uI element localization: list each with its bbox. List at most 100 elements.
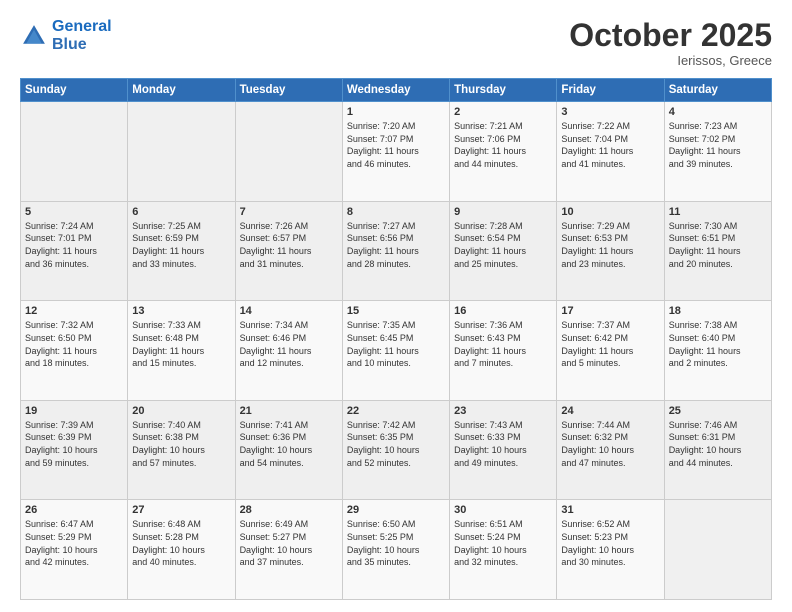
weekday-header-saturday: Saturday	[664, 79, 771, 102]
calendar-cell: 28Sunrise: 6:49 AM Sunset: 5:27 PM Dayli…	[235, 500, 342, 600]
day-info: Sunrise: 7:35 AM Sunset: 6:45 PM Dayligh…	[347, 319, 445, 369]
logo: General Blue	[20, 18, 112, 53]
day-number: 19	[25, 405, 123, 417]
calendar-cell: 4 Sunrise: 7:23 AM Sunset: 7:02 PM Daylig…	[664, 102, 771, 202]
day-info: Sunrise: 6:47 AM Sunset: 5:29 PM Dayligh…	[25, 518, 123, 568]
calendar-cell: 21 Sunrise: 7:41 AM Sunset: 6:36 PM Dayli…	[235, 400, 342, 500]
calendar-cell: 6 Sunrise: 7:25 AM Sunset: 6:59 PM Daylig…	[128, 201, 235, 301]
day-number: 18	[669, 305, 767, 317]
day-info: Sunrise: 7:39 AM Sunset: 6:39 PM Dayligh…	[25, 419, 123, 469]
day-info: Sunrise: 7:29 AM Sunset: 6:53 PM Dayligh…	[561, 220, 659, 270]
day-info: Sunrise: 7:23 AM Sunset: 7:02 PM Dayligh…	[669, 120, 767, 170]
day-number: 13	[132, 305, 230, 317]
day-number: 15	[347, 305, 445, 317]
calendar-cell: 23 Sunrise: 7:43 AM Sunset: 6:33 PM Dayli…	[450, 400, 557, 500]
day-info: Sunrise: 6:50 AM Sunset: 5:25 PM Dayligh…	[347, 518, 445, 568]
day-number: 3	[561, 106, 659, 118]
weekday-header-monday: Monday	[128, 79, 235, 102]
day-number: 30	[454, 504, 552, 516]
day-number: 17	[561, 305, 659, 317]
day-number: 26	[25, 504, 123, 516]
day-info: Sunrise: 7:30 AM Sunset: 6:51 PM Dayligh…	[669, 220, 767, 270]
calendar-week-row: 26 Sunrise: 6:47 AM Sunset: 5:29 PM Dayli…	[21, 500, 772, 600]
day-number: 11	[669, 206, 767, 218]
day-info: Sunrise: 7:41 AM Sunset: 6:36 PM Dayligh…	[240, 419, 338, 469]
day-info: Sunrise: 6:49 AM Sunset: 5:27 PM Dayligh…	[240, 518, 338, 568]
month-title: October 2025	[569, 18, 772, 53]
day-info: Sunrise: 7:33 AM Sunset: 6:48 PM Dayligh…	[132, 319, 230, 369]
day-number: 14	[240, 305, 338, 317]
weekday-header-friday: Friday	[557, 79, 664, 102]
day-info: Sunrise: 7:20 AM Sunset: 7:07 PM Dayligh…	[347, 120, 445, 170]
calendar-cell: 12 Sunrise: 7:32 AM Sunset: 6:50 PM Dayli…	[21, 301, 128, 401]
calendar-cell: 26 Sunrise: 6:47 AM Sunset: 5:29 PM Dayli…	[21, 500, 128, 600]
day-number: 2	[454, 106, 552, 118]
calendar-cell: 2 Sunrise: 7:21 AM Sunset: 7:06 PM Daylig…	[450, 102, 557, 202]
calendar-cell: 14Sunrise: 7:34 AM Sunset: 6:46 PM Dayli…	[235, 301, 342, 401]
day-number: 22	[347, 405, 445, 417]
calendar-cell: 7 Sunrise: 7:26 AM Sunset: 6:57 PM Daylig…	[235, 201, 342, 301]
calendar-cell: 19 Sunrise: 7:39 AM Sunset: 6:39 PM Dayli…	[21, 400, 128, 500]
calendar-week-row: 5Sunrise: 7:24 AM Sunset: 7:01 PM Daylig…	[21, 201, 772, 301]
calendar-cell: 29Sunrise: 6:50 AM Sunset: 5:25 PM Dayli…	[342, 500, 449, 600]
calendar-week-row: 1Sunrise: 7:20 AM Sunset: 7:07 PM Daylig…	[21, 102, 772, 202]
day-number: 21	[240, 405, 338, 417]
calendar-cell: 20 Sunrise: 7:40 AM Sunset: 6:38 PM Dayli…	[128, 400, 235, 500]
day-number: 10	[561, 206, 659, 218]
day-number: 24	[561, 405, 659, 417]
day-number: 7	[240, 206, 338, 218]
calendar-header: SundayMondayTuesdayWednesdayThursdayFrid…	[21, 79, 772, 102]
calendar-cell: 10 Sunrise: 7:29 AM Sunset: 6:53 PM Dayli…	[557, 201, 664, 301]
calendar-cell: 18 Sunrise: 7:38 AM Sunset: 6:40 PM Dayli…	[664, 301, 771, 401]
day-number: 23	[454, 405, 552, 417]
calendar-week-row: 19 Sunrise: 7:39 AM Sunset: 6:39 PM Dayli…	[21, 400, 772, 500]
header: General Blue October 2025 Ierissos, Gree…	[20, 18, 772, 68]
day-info: Sunrise: 7:42 AM Sunset: 6:35 PM Dayligh…	[347, 419, 445, 469]
calendar-week-row: 12 Sunrise: 7:32 AM Sunset: 6:50 PM Dayli…	[21, 301, 772, 401]
calendar-cell: 17 Sunrise: 7:37 AM Sunset: 6:42 PM Dayli…	[557, 301, 664, 401]
calendar-cell: 24 Sunrise: 7:44 AM Sunset: 6:32 PM Dayli…	[557, 400, 664, 500]
day-info: Sunrise: 7:40 AM Sunset: 6:38 PM Dayligh…	[132, 419, 230, 469]
weekday-header-sunday: Sunday	[21, 79, 128, 102]
day-info: Sunrise: 7:43 AM Sunset: 6:33 PM Dayligh…	[454, 419, 552, 469]
day-number: 27	[132, 504, 230, 516]
day-info: Sunrise: 7:37 AM Sunset: 6:42 PM Dayligh…	[561, 319, 659, 369]
day-info: Sunrise: 6:48 AM Sunset: 5:28 PM Dayligh…	[132, 518, 230, 568]
calendar-cell: 1Sunrise: 7:20 AM Sunset: 7:07 PM Daylig…	[342, 102, 449, 202]
day-info: Sunrise: 6:51 AM Sunset: 5:24 PM Dayligh…	[454, 518, 552, 568]
day-number: 16	[454, 305, 552, 317]
calendar-cell	[664, 500, 771, 600]
day-number: 4	[669, 106, 767, 118]
calendar-cell: 3Sunrise: 7:22 AM Sunset: 7:04 PM Daylig…	[557, 102, 664, 202]
logo-text: General Blue	[52, 18, 112, 53]
day-number: 6	[132, 206, 230, 218]
day-info: Sunrise: 7:21 AM Sunset: 7:06 PM Dayligh…	[454, 120, 552, 170]
calendar-cell: 15 Sunrise: 7:35 AM Sunset: 6:45 PM Dayli…	[342, 301, 449, 401]
day-number: 25	[669, 405, 767, 417]
page: General Blue October 2025 Ierissos, Gree…	[0, 0, 792, 612]
location: Ierissos, Greece	[569, 53, 772, 68]
day-info: Sunrise: 7:25 AM Sunset: 6:59 PM Dayligh…	[132, 220, 230, 270]
day-number: 12	[25, 305, 123, 317]
day-info: Sunrise: 7:26 AM Sunset: 6:57 PM Dayligh…	[240, 220, 338, 270]
calendar-cell	[21, 102, 128, 202]
calendar-cell: 16Sunrise: 7:36 AM Sunset: 6:43 PM Dayli…	[450, 301, 557, 401]
calendar-cell: 8Sunrise: 7:27 AM Sunset: 6:56 PM Daylig…	[342, 201, 449, 301]
calendar-cell: 22 Sunrise: 7:42 AM Sunset: 6:35 PM Dayli…	[342, 400, 449, 500]
day-info: Sunrise: 7:28 AM Sunset: 6:54 PM Dayligh…	[454, 220, 552, 270]
day-info: Sunrise: 7:32 AM Sunset: 6:50 PM Dayligh…	[25, 319, 123, 369]
day-info: Sunrise: 7:38 AM Sunset: 6:40 PM Dayligh…	[669, 319, 767, 369]
logo-icon	[20, 22, 48, 50]
calendar-cell: 13 Sunrise: 7:33 AM Sunset: 6:48 PM Dayli…	[128, 301, 235, 401]
weekday-header-thursday: Thursday	[450, 79, 557, 102]
day-info: Sunrise: 7:44 AM Sunset: 6:32 PM Dayligh…	[561, 419, 659, 469]
logo-general: General	[52, 18, 112, 35]
day-info: Sunrise: 7:27 AM Sunset: 6:56 PM Dayligh…	[347, 220, 445, 270]
calendar-cell: 5Sunrise: 7:24 AM Sunset: 7:01 PM Daylig…	[21, 201, 128, 301]
calendar-cell: 9Sunrise: 7:28 AM Sunset: 6:54 PM Daylig…	[450, 201, 557, 301]
day-number: 31	[561, 504, 659, 516]
logo-blue: Blue	[52, 36, 87, 53]
day-number: 20	[132, 405, 230, 417]
calendar-cell	[235, 102, 342, 202]
calendar-cell: 31Sunrise: 6:52 AM Sunset: 5:23 PM Dayli…	[557, 500, 664, 600]
